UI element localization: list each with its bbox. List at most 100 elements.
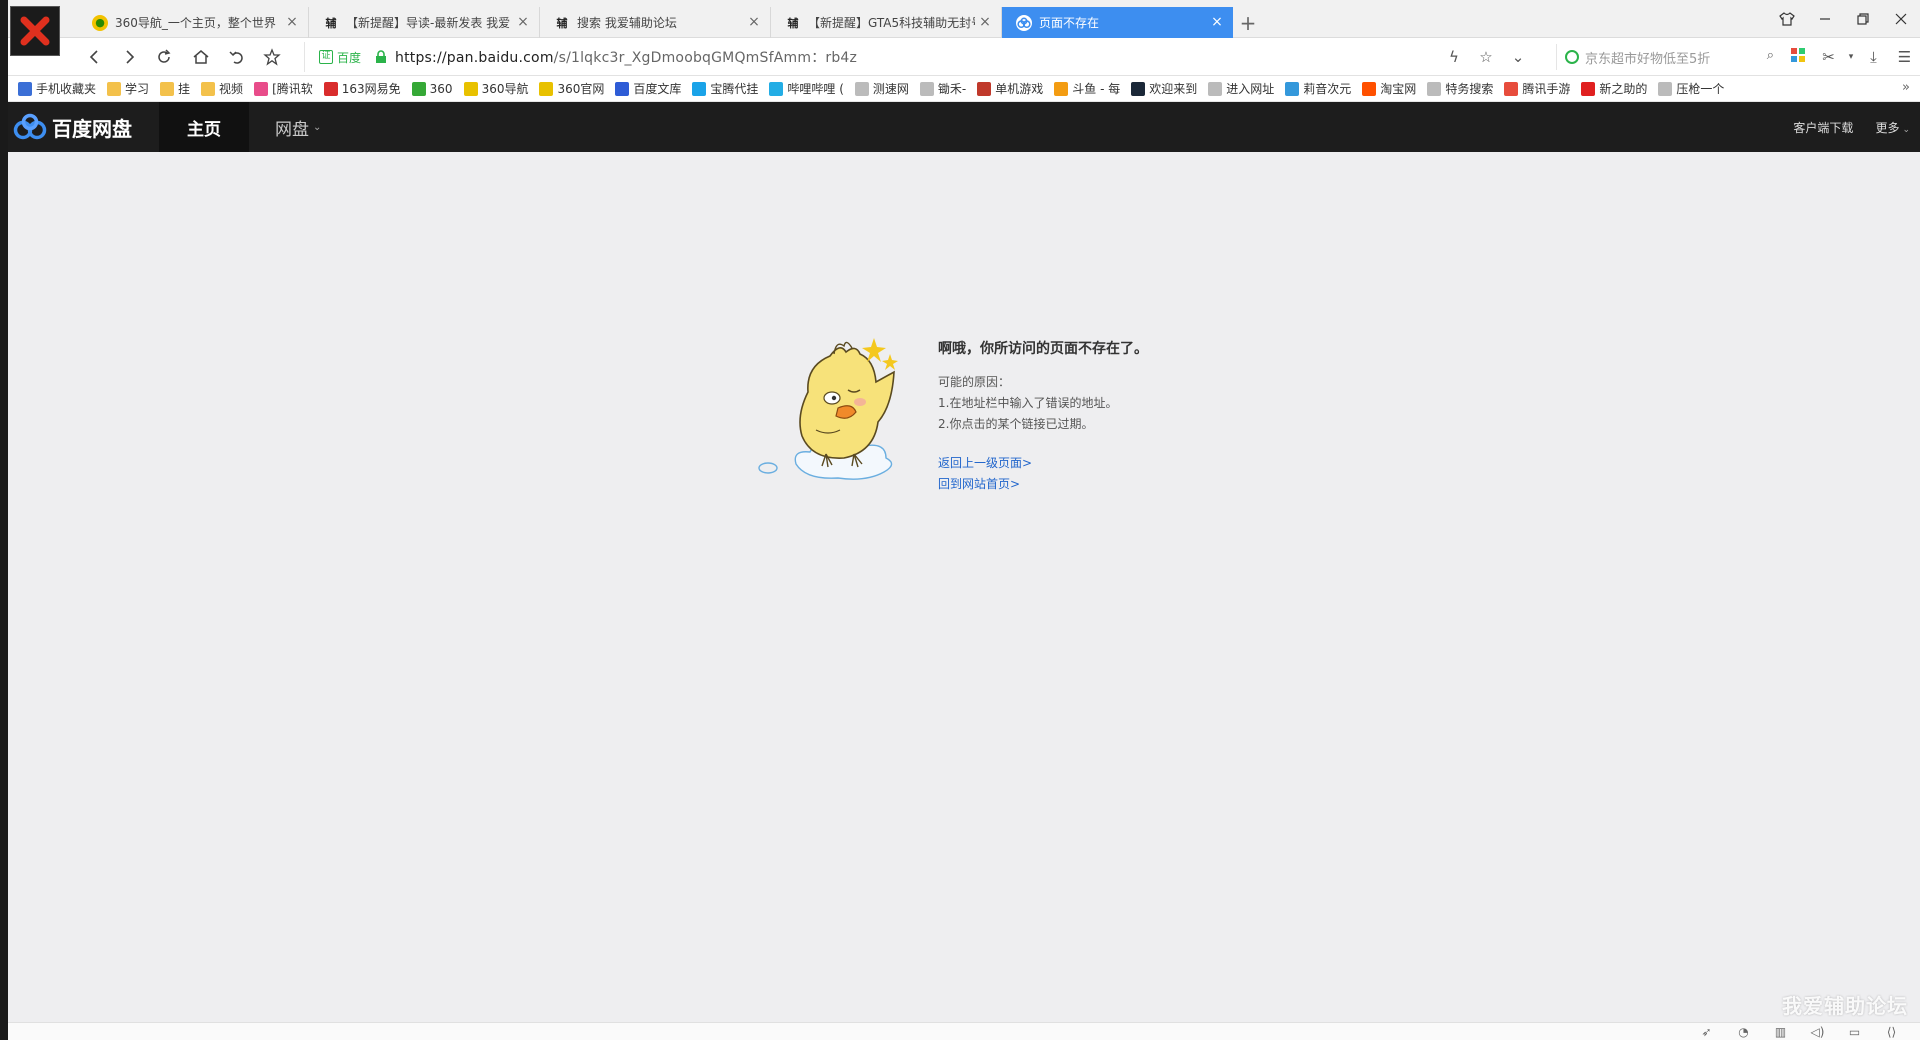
bookmark-label: 锄禾- <box>937 82 967 96</box>
address-bar[interactable]: 证 百度 https://pan.baidu.com/s/1lqkc3r_XgD… <box>304 42 1534 72</box>
tab-forum-gta5[interactable]: 辅 【新提醒】GTA5科技辅助无封号 × <box>771 7 1002 38</box>
tab-forum-search[interactable]: 辅 搜索 我爱辅助论坛 × <box>540 7 771 38</box>
rocket-icon[interactable]: ➶ <box>1688 1025 1725 1039</box>
new-tab-button[interactable]: + <box>1233 7 1263 38</box>
window-controls <box>1768 0 1920 38</box>
bookmark-item[interactable]: 进入网址 <box>1208 80 1274 97</box>
bookmark-item[interactable]: 百度文库 <box>615 80 681 97</box>
certificate-label: 百度 <box>337 50 362 65</box>
bookmark-item[interactable]: 新之助的 <box>1581 80 1647 97</box>
bookmark-item[interactable]: 学习 <box>107 80 149 97</box>
bookmark-item[interactable]: 360官网 <box>539 80 604 97</box>
apps-grid-icon[interactable] <box>1782 48 1813 66</box>
reason-item: 2.你点击的某个链接已过期。 <box>938 417 1094 431</box>
navigation-toolbar: 证 百度 https://pan.baidu.com/s/1lqkc3r_XgD… <box>8 38 1920 76</box>
lightning-icon[interactable]: ϟ <box>1438 48 1470 66</box>
bookmark-item[interactable]: 宝腾代挂 <box>692 80 758 97</box>
chevron-down-icon: ⌄ <box>313 121 322 133</box>
tab-forum-guide[interactable]: 辅 【新提醒】导读-最新发表 我爱 × <box>309 7 540 38</box>
reasons-heading: 可能的原因： <box>938 375 1011 389</box>
tab-title: 【新提醒】GTA5科技辅助无封号 <box>808 16 975 30</box>
skin-icon[interactable] <box>1768 0 1806 38</box>
bookmark-item[interactable]: [腾讯软 <box>254 80 313 97</box>
minimize-icon[interactable] <box>1806 0 1844 38</box>
sound-icon[interactable]: ◁) <box>1799 1025 1836 1039</box>
browser-logo-icon[interactable] <box>10 6 60 56</box>
bookmark-item[interactable]: 手机收藏夹 <box>18 80 96 97</box>
bookmark-icon <box>692 81 707 96</box>
tab-close-icon[interactable]: × <box>515 14 531 30</box>
trash-icon[interactable]: ▥ <box>1762 1025 1799 1039</box>
bookmark-item[interactable]: 欢迎来到 <box>1131 80 1197 97</box>
bookmark-item[interactable]: 360 <box>411 81 453 96</box>
download-icon[interactable]: ⤓ <box>1858 48 1889 66</box>
tab-close-icon[interactable]: × <box>1209 14 1225 30</box>
bookmark-icon <box>854 81 869 96</box>
bookmark-item[interactable]: 特务搜索 <box>1427 80 1493 97</box>
bookmarks-more-icon[interactable]: » <box>1902 80 1910 95</box>
bookmarks-bar: 手机收藏夹 学习 挂 视频 [腾讯软 163网易免 360 360导航 360官网 百度文库 宝腾代… <box>8 76 1920 102</box>
nav-home-label: 主页 <box>187 119 221 140</box>
fu-icon: 辅 <box>787 16 799 30</box>
back-icon[interactable] <box>82 44 108 70</box>
bookmark-item[interactable]: 测速网 <box>854 80 909 97</box>
bookmark-icon <box>107 81 122 96</box>
bookmark-label: 斗鱼 - 每 <box>1072 82 1121 96</box>
bookmark-item[interactable]: 挂 <box>160 80 190 97</box>
tab-close-icon[interactable]: × <box>746 14 762 30</box>
undo-close-tab-icon[interactable] <box>224 44 250 70</box>
bookmark-icon <box>323 81 338 96</box>
bookmark-label: 360 <box>429 81 453 96</box>
bookmark-item[interactable]: 360导航 <box>463 80 528 97</box>
menu-icon[interactable]: ☰ <box>1889 48 1920 66</box>
bookmark-item[interactable]: 哔哩哔哩 ( <box>769 80 844 97</box>
restore-icon[interactable] <box>1844 0 1882 38</box>
bookmark-item[interactable]: 腾讯手游 <box>1504 80 1570 97</box>
back-previous-page-link[interactable]: 返回上一级页面> <box>938 453 1258 474</box>
home-icon[interactable] <box>188 44 214 70</box>
speed-icon[interactable]: ◔ <box>1725 1025 1762 1039</box>
window-icon[interactable]: ▭ <box>1836 1025 1873 1039</box>
chevron-down-icon[interactable]: ⌄ <box>1502 48 1534 66</box>
tab-close-icon[interactable]: × <box>977 14 993 30</box>
bookmark-item[interactable]: 锄禾- <box>919 80 967 97</box>
bookmark-label: 腾讯手游 <box>1522 82 1571 96</box>
bookmark-label: 进入网址 <box>1226 82 1275 96</box>
tab-360-nav[interactable]: ● 360导航_一个主页，整个世界 × <box>78 7 309 38</box>
nav-netdisk[interactable]: 网盘 ⌄ <box>249 102 347 152</box>
bookmark-icon <box>254 81 269 96</box>
forward-icon[interactable] <box>116 44 142 70</box>
bookmark-icon <box>615 81 630 96</box>
certificate-badge[interactable]: 证 百度 <box>319 49 361 66</box>
bookmark-item[interactable]: 压枪一个 <box>1658 80 1724 97</box>
bookmark-label: 莉音次元 <box>1303 82 1352 96</box>
bookmark-item[interactable]: 单机游戏 <box>977 80 1043 97</box>
tab-close-icon[interactable]: × <box>284 14 300 30</box>
search-input[interactable]: 京东超市好物低至5折 ⌕ <box>1556 44 1778 70</box>
bookmark-label: 新之助的 <box>1599 82 1648 96</box>
client-download-link[interactable]: 客户端下载 <box>1793 119 1853 136</box>
bookmark-icon <box>463 81 478 96</box>
back-home-link[interactable]: 回到网站首页> <box>938 474 1258 495</box>
bookmark-item[interactable]: 淘宝网 <box>1362 80 1416 97</box>
bookmark-icon <box>919 81 934 96</box>
bookmark-icon <box>411 81 426 96</box>
bookmark-label: 学习 <box>125 82 150 96</box>
screenshot-scissors-icon[interactable]: ✂ <box>1813 48 1844 66</box>
bookmark-item[interactable]: 斗鱼 - 每 <box>1054 80 1120 97</box>
dropdown-caret-icon[interactable]: ▾ <box>1844 52 1858 62</box>
expand-icon[interactable]: ⟨⟩ <box>1873 1025 1910 1039</box>
nav-home[interactable]: 主页 <box>159 102 249 152</box>
bookmark-star-icon[interactable]: ☆ <box>1470 48 1502 66</box>
tab-page-not-found[interactable]: 页面不存在 × <box>1002 7 1233 38</box>
refresh-icon[interactable] <box>151 44 177 70</box>
favorite-star-icon[interactable] <box>259 44 285 70</box>
close-window-icon[interactable] <box>1882 0 1920 38</box>
reason-item: 1.在地址栏中输入了错误的地址。 <box>938 396 1118 410</box>
more-menu[interactable]: 更多 ⌄ <box>1875 119 1910 136</box>
bookmark-item[interactable]: 视频 <box>201 80 243 97</box>
bookmark-item[interactable]: 莉音次元 <box>1285 80 1351 97</box>
search-icon[interactable]: ⌕ <box>1767 48 1774 63</box>
bookmark-item[interactable]: 163网易免 <box>323 80 401 97</box>
baidu-pan-logo[interactable]: 百度网盘 <box>12 102 132 152</box>
